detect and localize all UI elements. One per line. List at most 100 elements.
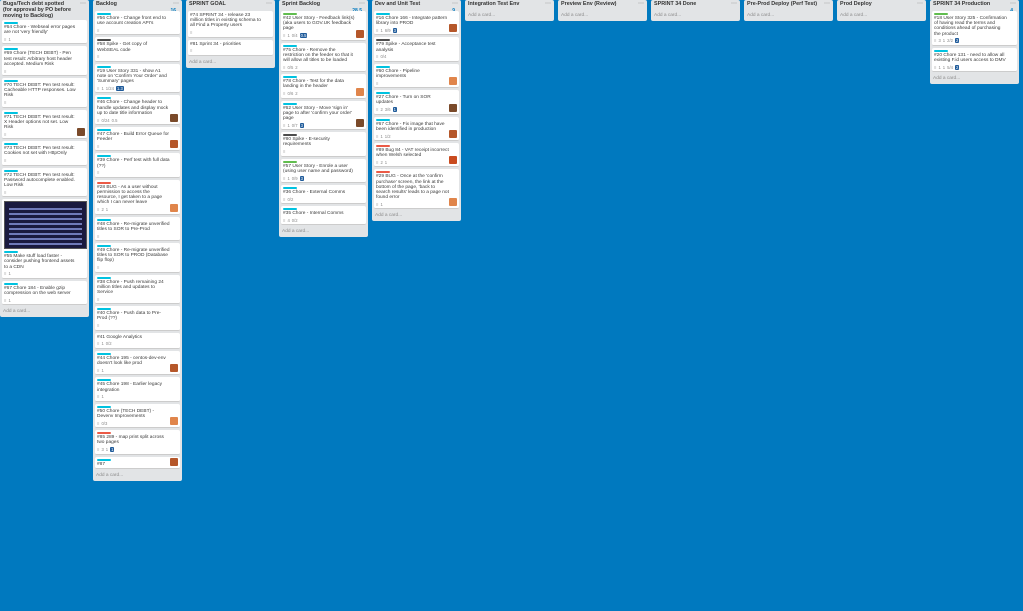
add-card-link[interactable]: Add a card... bbox=[281, 227, 366, 235]
card[interactable]: #39 Chore - Perf test with full data (??… bbox=[95, 153, 180, 178]
card[interactable]: #89 Bug 84 - VAT receipt incorrect when … bbox=[374, 143, 459, 168]
card[interactable]: #48 Chore - Re-migrate unverified titles… bbox=[95, 216, 180, 242]
card[interactable]: #50 Chore (TECH DEBT) - Devenv Improveme… bbox=[95, 403, 180, 429]
add-card-link[interactable]: Add a card... bbox=[374, 211, 459, 219]
card[interactable]: #36 Chore - External Comms ≡ 0/2 bbox=[281, 185, 366, 205]
member-avatar[interactable] bbox=[449, 24, 457, 33]
card[interactable]: #19 User Story 331 - show A1 note on 'Co… bbox=[95, 63, 180, 94]
list-header[interactable]: Prod Deploy ⋯ bbox=[839, 0, 924, 11]
member-avatar[interactable] bbox=[356, 119, 364, 128]
list-header[interactable]: SPRINT 34 Done ⋯ bbox=[653, 0, 738, 11]
list-menu-icon[interactable]: ⋯ bbox=[80, 0, 86, 7]
card[interactable]: #18 User Story 325 - Confirmation of hav… bbox=[932, 11, 1017, 46]
card[interactable]: #57 User Story - Enrole a user (using us… bbox=[281, 158, 366, 184]
add-card-link[interactable]: Add a card... bbox=[560, 11, 645, 19]
card[interactable]: #80 Spike - E-security requirements ≡ bbox=[281, 132, 366, 157]
list-menu-icon[interactable]: ⋯ bbox=[917, 0, 923, 7]
list-header[interactable]: Sprint Backlog⋯28.5 bbox=[281, 0, 366, 14]
card[interactable]: #70 TECH DEBT: Pen test result: Cacheabl… bbox=[2, 78, 87, 108]
card[interactable]: #87 bbox=[95, 456, 180, 469]
card[interactable]: #71 TECH DEBT: Pen test result: X Header… bbox=[2, 109, 87, 140]
card[interactable]: #28 BUG - As a user without permission t… bbox=[95, 179, 180, 215]
card[interactable]: #38 Chore - Push remaining 24 million ti… bbox=[95, 274, 180, 305]
card[interactable]: #41 Google Analytics ≡ 1 0/2 bbox=[95, 332, 180, 349]
card[interactable]: #79 Spike - Acceptance test analysis ≡ 0/4 bbox=[374, 37, 459, 62]
list-menu-icon[interactable]: ⋯ bbox=[638, 0, 644, 7]
list-menu-icon[interactable]: ⋯ bbox=[266, 0, 272, 7]
add-card-link[interactable]: Add a card... bbox=[932, 74, 1017, 82]
list-header[interactable]: Backlog⋯16 bbox=[95, 0, 180, 14]
member-avatar[interactable] bbox=[449, 77, 457, 86]
card[interactable]: #72 TECH DEBT: Pen test result: Password… bbox=[2, 167, 87, 198]
member-avatar[interactable] bbox=[77, 128, 85, 137]
add-card-link[interactable]: Add a card... bbox=[839, 11, 924, 19]
card[interactable]: #49 Chore - Re-migrate unverified titles… bbox=[95, 243, 180, 273]
card[interactable]: #62 User Story - Move 'sign in' page to … bbox=[281, 100, 366, 131]
card[interactable]: #42 User Story - Feedback link(s) (aka u… bbox=[281, 11, 366, 41]
card-title: #18 User Story 325 - Confirmation of hav… bbox=[934, 16, 1007, 37]
card[interactable]: #29 BUG - Once at the 'confirm purchase'… bbox=[374, 169, 459, 210]
card[interactable]: #64 Chore - Webseal error pages are not … bbox=[2, 20, 87, 45]
list-menu-icon[interactable]: ⋯ bbox=[452, 0, 458, 7]
member-avatar[interactable] bbox=[356, 29, 364, 38]
card[interactable]: #47 Chore - Build Error Queue for Feeder… bbox=[95, 127, 180, 152]
card[interactable]: #56 Chore - Change front end to use acco… bbox=[95, 11, 180, 36]
card[interactable]: #20 Chore 131 - need to allow all existi… bbox=[932, 47, 1017, 73]
card[interactable]: #75 Chore - Remove the restriction on th… bbox=[281, 42, 366, 73]
card[interactable]: #46 Chore - Change header to handle upda… bbox=[95, 95, 180, 126]
card[interactable]: #74 SPRINT 34 - release 23 million title… bbox=[188, 11, 273, 38]
card[interactable]: #45 Chore 198 - Earlier legacy integrati… bbox=[95, 377, 180, 402]
list-menu-icon[interactable]: ⋯ bbox=[359, 0, 365, 7]
member-avatar[interactable] bbox=[170, 364, 178, 373]
list-menu-icon[interactable]: ⋯ bbox=[824, 0, 830, 7]
list-header[interactable]: Dev and Unit Test⋯9 bbox=[374, 0, 459, 14]
list-title: SPRINT 34 Production bbox=[933, 1, 991, 7]
list-header[interactable]: SPRINT 34 Production⋯4 bbox=[932, 0, 1017, 14]
add-card-link[interactable]: Add a card... bbox=[2, 307, 87, 315]
member-avatar[interactable] bbox=[170, 203, 178, 212]
add-card-link[interactable]: Add a card... bbox=[95, 471, 180, 479]
card[interactable]: #67 Chore 184 - Enable gzip compression … bbox=[2, 280, 87, 306]
list-menu-icon[interactable]: ⋯ bbox=[545, 0, 551, 7]
member-avatar[interactable] bbox=[170, 140, 178, 149]
card[interactable]: #58 Spike - Get copy of WebSEAL code ≡ bbox=[95, 37, 180, 62]
list-title: Preview Env (Review) bbox=[561, 1, 617, 7]
card[interactable]: #40 Chore - Push data to Pre-Prod (??) ≡ bbox=[95, 306, 180, 331]
card[interactable]: #16 Chore 166 - Integrate pattern librar… bbox=[374, 11, 459, 36]
add-card-link[interactable]: Add a card... bbox=[653, 11, 738, 19]
add-card-link[interactable]: Add a card... bbox=[746, 11, 831, 19]
member-avatar[interactable] bbox=[449, 198, 457, 207]
card[interactable]: #85 289 - map print split across two pag… bbox=[95, 430, 180, 455]
comment-badge: 1 bbox=[938, 64, 941, 70]
list-header[interactable]: Integration Test Env ⋯ bbox=[467, 0, 552, 11]
card[interactable]: #35 Chore - Internal Comms ≡ 4 0/2 bbox=[281, 206, 366, 226]
add-card-link[interactable]: Add a card... bbox=[188, 58, 273, 66]
member-avatar[interactable] bbox=[449, 103, 457, 112]
member-avatar[interactable] bbox=[170, 417, 178, 426]
list-header[interactable]: Pre-Prod Deploy (Perf Test) ⋯ bbox=[746, 0, 831, 11]
member-avatar[interactable] bbox=[449, 156, 457, 165]
card[interactable]: #44 Chore 195 - centos-dev-env doesn't l… bbox=[95, 350, 180, 376]
member-avatar[interactable] bbox=[170, 457, 178, 466]
add-card-link[interactable]: Add a card... bbox=[467, 11, 552, 19]
card[interactable]: #73 TECH DEBT: Pen test result: Cookies … bbox=[2, 141, 87, 166]
list-header[interactable]: SPRINT GOAL ⋯ bbox=[188, 0, 273, 11]
card[interactable]: #60 Chore - Pipeline improvements ≡ bbox=[374, 63, 459, 89]
card[interactable]: #27 Chore - Turn on SOR updates ≡ 2 3/6 1 bbox=[374, 90, 459, 115]
member-avatar[interactable] bbox=[449, 130, 457, 139]
list-header[interactable]: Preview Env (Review) ⋯ bbox=[560, 0, 645, 11]
member-avatar[interactable] bbox=[356, 87, 364, 96]
card[interactable]: #81 Sprint 34 - priorities ≡ bbox=[188, 39, 273, 56]
card-badges: ≡ 1 0/4 0.5 bbox=[283, 33, 364, 39]
card-title: #81 Sprint 34 - priorities bbox=[190, 41, 241, 47]
comment-badge: 2 bbox=[380, 159, 383, 165]
card[interactable]: #78 Chore - Test for the data landing in… bbox=[281, 74, 366, 99]
card[interactable]: #55 Make stuff load faster - consider pu… bbox=[2, 199, 87, 279]
list-menu-icon[interactable]: ⋯ bbox=[731, 0, 737, 7]
card[interactable]: #69 Chore (TECH DEBT) - Pen test result:… bbox=[2, 46, 87, 77]
list-menu-icon[interactable]: ⋯ bbox=[1010, 0, 1016, 7]
list-header[interactable]: Bugs/Tech debt spotted (for approval by … bbox=[2, 0, 87, 20]
card[interactable]: #67 Chore - Fix image that have been ide… bbox=[374, 116, 459, 142]
member-avatar[interactable] bbox=[170, 114, 178, 123]
list-menu-icon[interactable]: ⋯ bbox=[173, 0, 179, 7]
